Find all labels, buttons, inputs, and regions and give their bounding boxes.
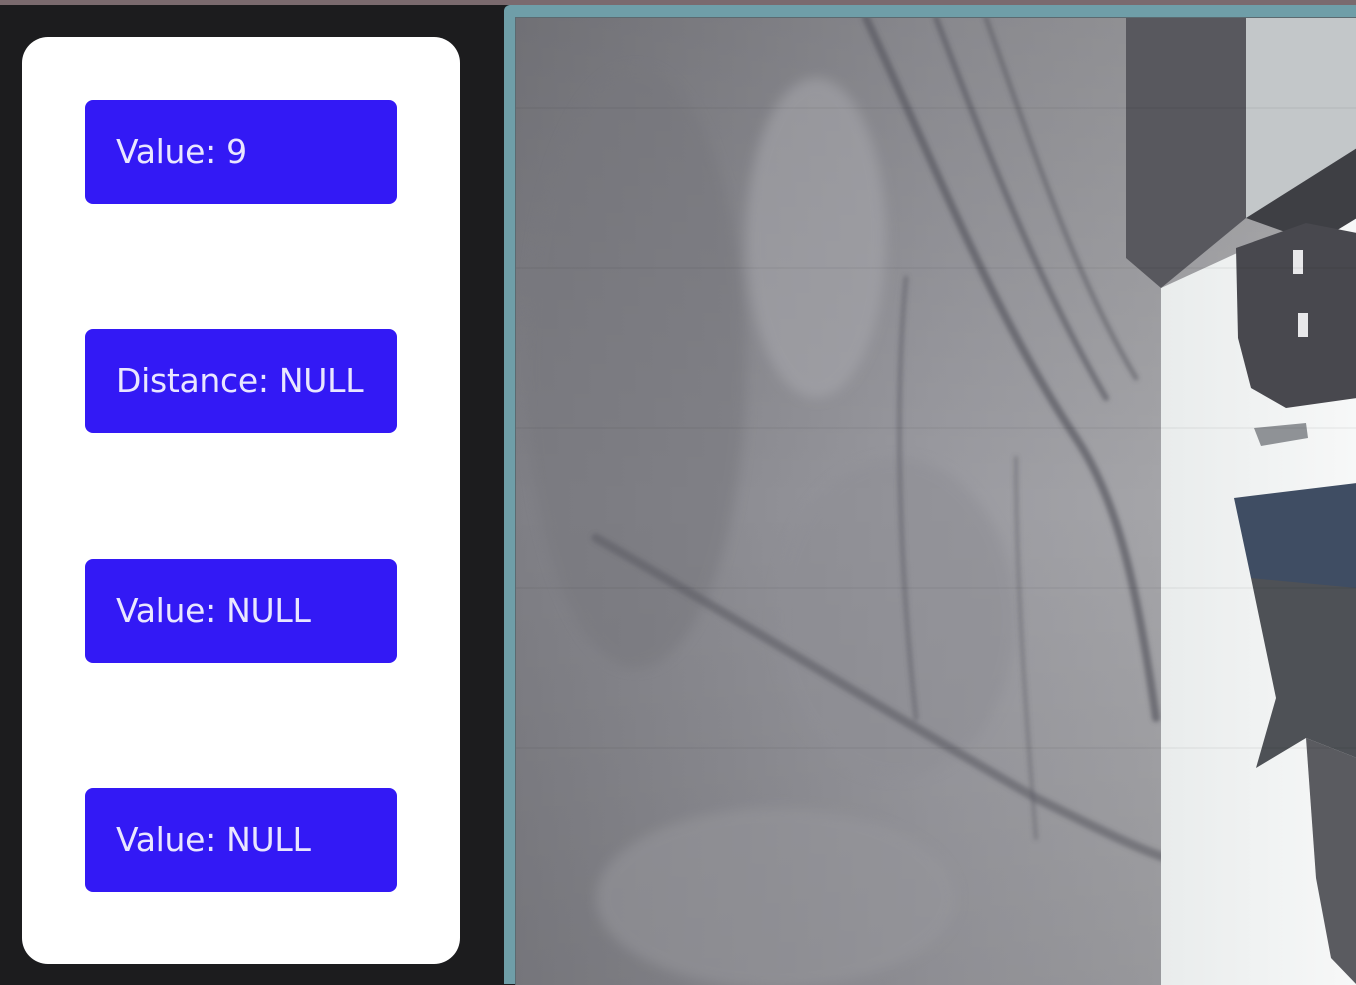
value-readout-2[interactable]: Value: NULL	[85, 559, 397, 663]
value-readout-1[interactable]: Value: 9	[85, 100, 397, 204]
camera-feed-image	[515, 17, 1356, 985]
camera-feed-panel	[504, 5, 1356, 985]
distance-readout[interactable]: Distance: NULL	[85, 329, 397, 433]
sidebar-panel: Value: 9 Distance: NULL Value: NULL Valu…	[0, 5, 504, 984]
value-readout-3[interactable]: Value: NULL	[85, 788, 397, 892]
readouts-card: Value: 9 Distance: NULL Value: NULL Valu…	[22, 37, 460, 964]
